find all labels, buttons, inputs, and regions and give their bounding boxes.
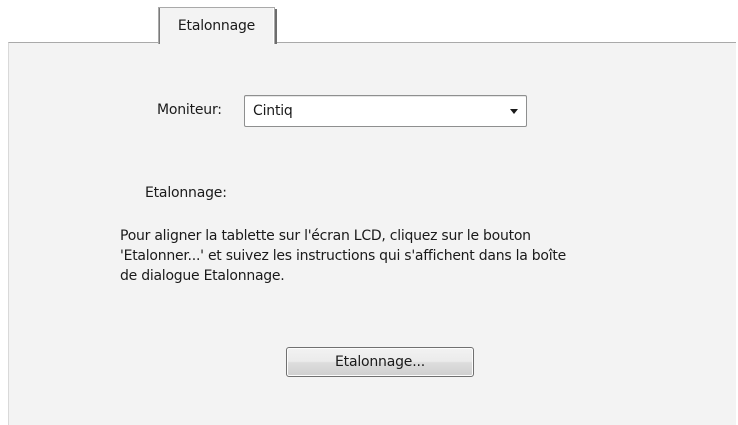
calibration-heading: Etalonnage: <box>145 185 227 201</box>
description-line: de dialogue Etalonnage. <box>120 268 285 284</box>
chevron-down-icon <box>510 109 518 114</box>
calibration-dialog: Etalonnage Moniteur: Cintiq Etalonnage: … <box>0 0 738 425</box>
monitor-label: Moniteur: <box>157 102 222 118</box>
calibration-description: Pour aligner la tablette sur l'écran LCD… <box>120 226 680 286</box>
tab-etalonnage[interactable]: Etalonnage <box>158 7 277 44</box>
monitor-selected-value: Cintiq <box>253 103 293 119</box>
monitor-select[interactable]: Cintiq <box>244 95 527 127</box>
description-line: Pour aligner la tablette sur l'écran LCD… <box>120 228 531 244</box>
calibrate-button[interactable]: Etalonnage... <box>286 347 474 377</box>
description-line: 'Etalonner...' et suivez les instruction… <box>120 248 566 264</box>
